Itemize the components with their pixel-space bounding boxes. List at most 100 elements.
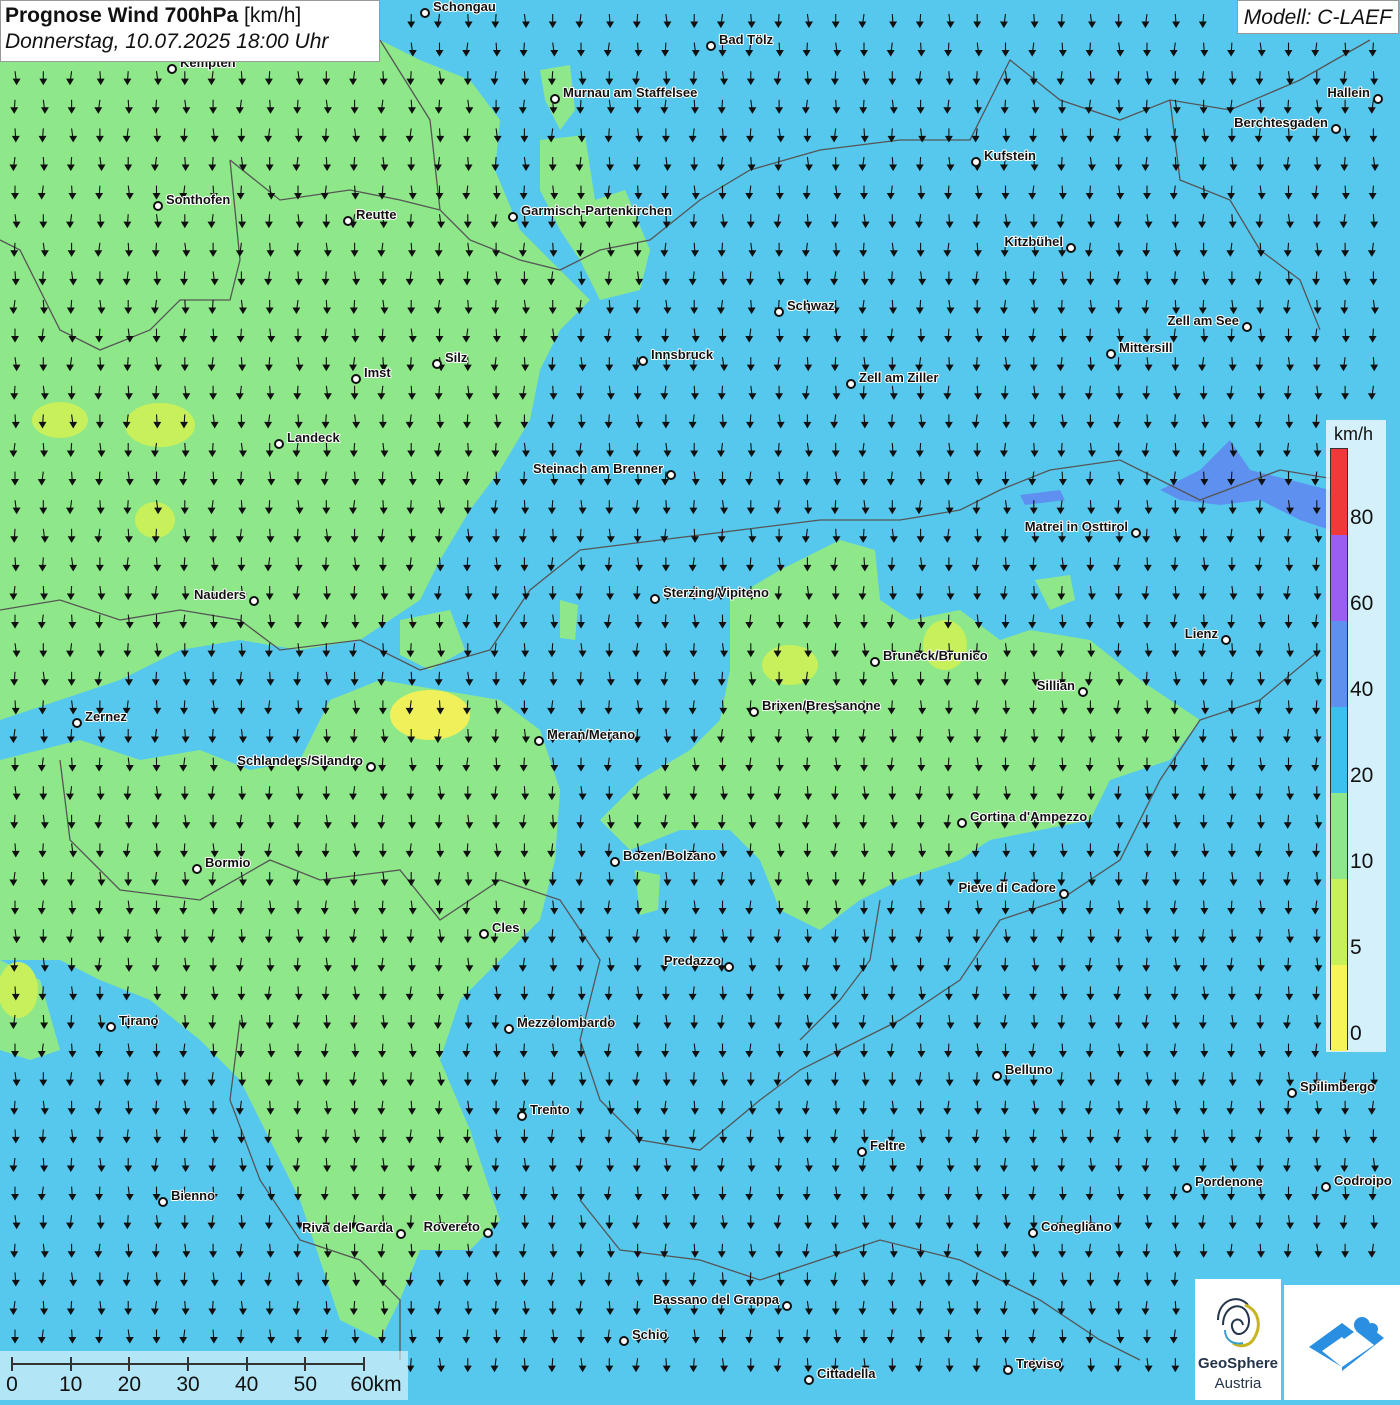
geosphere-logo[interactable]: GeoSphere Austria [1195,1279,1281,1400]
town-dot [610,857,620,867]
app-logo-icon [1309,1317,1384,1371]
town-label: Bormio [205,855,251,870]
town-label: Meran/Merano [547,727,635,742]
legend-band [1331,879,1347,965]
town-dot [1059,889,1069,899]
legend-tick-label: 40 [1350,678,1374,701]
town-dot [774,307,784,317]
scale-bar-tick [128,1357,131,1371]
scale-bar-tick [245,1357,248,1371]
calm-zone-5 [32,402,88,438]
town-dot [870,657,880,667]
town-dot [1066,243,1076,253]
wind-map[interactable]: SchongauKemptenBad TölzMurnau am Staffel… [0,0,1400,1400]
town-label: Sterzing/Vipiteno [663,585,769,600]
town-label: Pieve di Cadore [958,880,1056,895]
geosphere-emblem-icon [1217,1298,1260,1348]
town-label: Bad Tölz [719,32,774,47]
town-dot [749,707,759,717]
town-label: Cittadella [817,1366,876,1381]
town-label: Kufstein [984,148,1036,163]
town-label: Silz [445,350,468,365]
town-label: Zell am Ziller [859,370,938,385]
town-label: Zernez [85,709,127,724]
town-dot [971,157,981,167]
town-label: Hallein [1327,85,1370,100]
town-dot [957,818,967,828]
town-dot [782,1301,792,1311]
color-legend: km/h 0 5 10 20 40 60 80 [1326,420,1386,1052]
legend-band [1331,793,1347,879]
legend-band [1331,965,1347,1051]
town-label: Lienz [1185,626,1219,641]
town-dot [638,356,648,366]
town-label: Tirano [119,1013,159,1028]
town-dot [1287,1088,1297,1098]
town-dot [158,1197,168,1207]
town-label: Reutte [356,207,396,222]
town-dot [249,596,259,606]
scale-bar-tick [187,1357,189,1371]
town-label: Schlanders/Silandro [237,753,363,768]
town-dot [343,216,353,226]
town-dot [106,1022,116,1032]
town-dot [274,439,284,449]
legend-tick-label: 20 [1350,764,1374,787]
scale-bar-label: 30 [176,1373,200,1396]
town-label: Bruneck/Brunico [883,648,988,663]
legend-unit: km/h [1334,424,1374,444]
town-label: Schwaz [787,298,835,313]
scale-bar: 0 10 20 30 40 50 60km [0,1351,408,1400]
scale-bar-tick [69,1357,72,1371]
town-dot [804,1375,814,1385]
town-label: Rovereto [424,1219,480,1234]
town-label: Trento [530,1102,570,1117]
legend-band [1331,707,1347,793]
wind-zone-patch-d [560,600,578,640]
town-dot [1106,349,1116,359]
town-dot [479,929,489,939]
town-dot [857,1147,867,1157]
map-title-box: Prognose Wind 700hPa [km/h] Donnerstag, … [0,0,380,62]
scale-bar-tick [363,1357,365,1371]
town-label: Imst [364,365,391,380]
town-dot [167,64,177,74]
town-label: Murnau am Staffelsee [563,85,697,100]
town-dot [1221,635,1231,645]
geosphere-name: GeoSphere [1197,1355,1279,1372]
town-dot [517,1111,527,1121]
scale-bar-label: 0 [6,1373,18,1396]
town-label: Mezzolombardo [517,1015,615,1030]
town-label: Steinach am Brenner [533,461,663,476]
town-dot [508,212,518,222]
legend-color-bar [1330,448,1348,1051]
legend-band [1331,535,1347,621]
town-label: Riva del Garda [302,1220,394,1235]
town-dot [1028,1228,1038,1238]
town-dot [1003,1365,1013,1375]
scale-bar-label: 40 [234,1373,259,1396]
town-dot [72,718,82,728]
town-label: Landeck [287,430,341,445]
town-dot [1331,124,1341,134]
legend-tick-label: 80 [1350,506,1374,529]
town-label: Feltre [870,1138,905,1153]
map-title-unit: [km/h] [244,4,302,27]
town-label: Pordenone [1195,1174,1263,1189]
town-dot [366,762,376,772]
town-dot [846,379,856,389]
town-label: Cles [492,920,519,935]
town-label: Schongau [433,0,496,14]
town-label: Treviso [1016,1356,1062,1371]
town-dot [432,359,442,369]
town-dot [534,736,544,746]
app-logo[interactable] [1284,1285,1400,1400]
town-label: Bienno [171,1188,215,1203]
scale-bar-tick [11,1357,13,1371]
town-dot [550,94,560,104]
town-dot [351,374,361,384]
town-dot [192,864,202,874]
town-dot [153,201,163,211]
calm-zone-6 [135,502,175,538]
town-dot [1242,322,1252,332]
